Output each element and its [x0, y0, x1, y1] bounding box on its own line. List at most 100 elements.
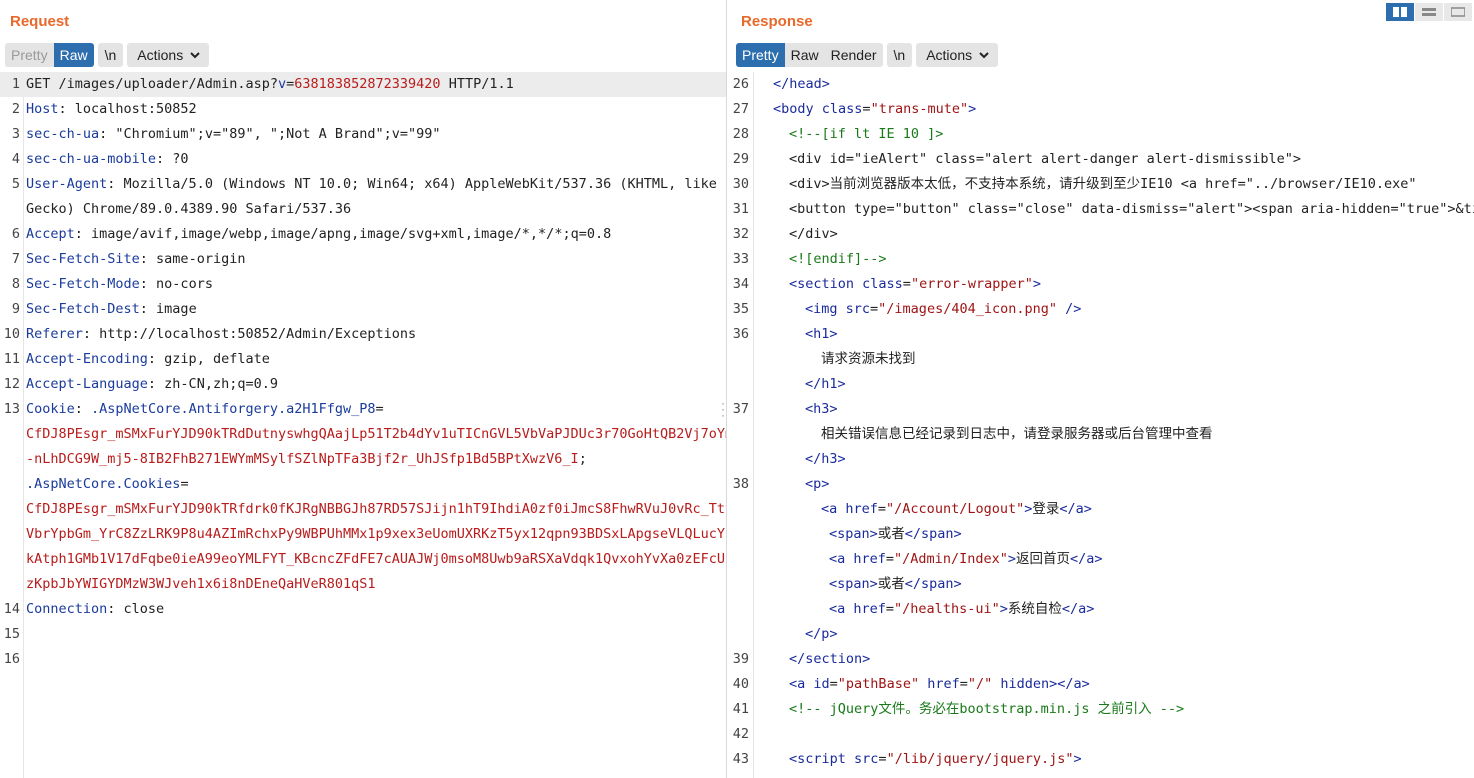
code-token: =: [902, 276, 911, 292]
code-token: <span>: [829, 526, 878, 542]
code-token: v: [277, 76, 287, 92]
line-number: 28: [732, 126, 749, 142]
code-line: 40 <a id="pathBase" href="/" hidden></a>: [729, 672, 1474, 697]
code-line: <a href="/healths-ui">系统自检</a>: [729, 597, 1474, 622]
code-line: CfDJ8PEsgr_mSMxFurYJD90kTRdDutnyswhgQAaj…: [0, 422, 726, 447]
code-token: class: [821, 101, 863, 117]
line-text: </section>: [751, 647, 870, 672]
code-token: id: [813, 676, 830, 692]
code-token: </h1>: [805, 376, 846, 392]
request-pretty-button[interactable]: Pretty: [5, 43, 54, 67]
response-render-button[interactable]: Render: [824, 43, 883, 67]
code-line: <span>或者</span>: [729, 572, 1474, 597]
line-number: 38: [732, 476, 749, 492]
request-raw-button[interactable]: Raw: [53, 43, 94, 67]
code-token: HTTP/1.1: [440, 76, 514, 92]
code-token: class: [862, 276, 903, 292]
line-text: <![endif]-->: [751, 247, 887, 272]
line-number: 37: [732, 401, 749, 417]
code-token: <script: [789, 751, 855, 767]
code-token: Connection: [26, 601, 108, 617]
line-text: [22, 647, 26, 672]
code-token: Referer: [26, 326, 83, 342]
code-token: <h3>: [805, 401, 838, 417]
code-token: <a: [829, 601, 854, 617]
request-actions-dropdown[interactable]: Actions: [127, 43, 210, 67]
code-token: >: [1007, 551, 1016, 567]
code-token: "/Account/Logout": [886, 501, 1025, 517]
line-number: [729, 422, 751, 447]
line-number: 34: [732, 276, 749, 292]
response-pane: Response Pretty Raw Render \n Actions 26…: [729, 0, 1474, 778]
code-token: 请求资源未找到: [821, 351, 916, 367]
line-number: [0, 522, 22, 547]
code-token: <a: [821, 501, 846, 517]
response-actions-dropdown[interactable]: Actions: [916, 43, 999, 67]
response-pretty-button[interactable]: Pretty: [736, 43, 785, 67]
code-token: : zh-CN,zh;q=0.9: [147, 376, 278, 392]
layout-side-by-side-icon[interactable]: [1386, 3, 1414, 21]
code-token: =: [375, 401, 384, 417]
code-line: 2 Host: localhost:50852: [0, 97, 726, 122]
line-text: VbrYpbGm_YrC8ZzLRK9P8u4AZImRchxPy9WBPUhM…: [22, 522, 726, 547]
line-number: 16: [3, 651, 20, 667]
response-editor[interactable]: 26 </head> 27 <body class="trans-mute"> 28 <!…: [729, 72, 1474, 778]
code-token: hidden: [992, 676, 1050, 692]
line-text: Host: localhost:50852: [22, 97, 197, 122]
code-token: "/healths-ui": [894, 601, 1000, 617]
line-number: 5: [11, 176, 20, 192]
code-token: =: [862, 101, 871, 117]
line-number: [0, 422, 22, 447]
line-text: <a href="/Account/Logout">登录</a>: [751, 497, 1092, 522]
code-token: </a>: [1059, 501, 1092, 517]
request-editor[interactable]: 1 GET /images/uploader/Admin.asp?v=638183…: [0, 72, 726, 778]
request-newline-toggle[interactable]: \n: [97, 43, 124, 67]
line-number: [729, 497, 751, 522]
code-token: =: [829, 676, 838, 692]
code-token: <div id="ieAlert" class="alert alert-dan…: [789, 151, 1302, 167]
more-vertical-icon[interactable]: · · ·: [721, 397, 725, 421]
code-token: kAtph1GMb1V17dFqbe0ieA99eoYMLFYT_KBcncZF…: [26, 551, 727, 567]
code-line: 5 User-Agent: Mozilla/5.0 (Windows NT 10.…: [0, 172, 726, 197]
code-token: -nLhDCG9W_mj5-8IB2FhB271EWYmMSylfSZlNpTF…: [26, 451, 579, 467]
code-token: Sec-Fetch-Mode: [26, 276, 140, 292]
code-line: 33 <![endif]-->: [729, 247, 1474, 272]
layout-top-bottom-icon[interactable]: [1415, 3, 1443, 21]
line-number: [729, 447, 751, 472]
line-number: [729, 522, 751, 547]
code-token: : localhost:50852: [58, 101, 197, 117]
line-text: Sec-Fetch-Mode: no-cors: [22, 272, 213, 297]
response-newline-toggle[interactable]: \n: [886, 43, 913, 67]
line-number: 12: [3, 376, 20, 392]
line-number: 35: [732, 301, 749, 317]
code-line: zKpbJbYWIGYDMzW3WJveh1x6i8nDEneQaHVeR801…: [0, 572, 726, 597]
code-line: 42: [729, 722, 1474, 747]
line-number: 10: [3, 326, 20, 342]
layout-tabs-icon[interactable]: [1444, 3, 1472, 21]
line-text: kAtph1GMb1V17dFqbe0ieA99eoYMLFYT_KBcncZF…: [22, 547, 727, 572]
code-token: Host: [26, 101, 59, 117]
response-title: Response: [741, 13, 813, 30]
line-text: </h3>: [751, 447, 846, 472]
code-line: 31 <button type="button" class="close" da…: [729, 197, 1474, 222]
line-number: 30: [732, 176, 749, 192]
line-text: Accept: image/avif,image/webp,image/apng…: [22, 222, 611, 247]
code-line: 相关错误信息已经记录到日志中，请登录服务器或后台管理中查看: [729, 422, 1474, 447]
code-line: 11 Accept-Encoding: gzip, deflate: [0, 347, 726, 372]
line-text: Sec-Fetch-Dest: image: [22, 297, 197, 322]
response-raw-button[interactable]: Raw: [784, 43, 825, 67]
code-token: </span>: [904, 526, 962, 542]
code-token: <body: [773, 101, 822, 117]
line-number: 4: [11, 151, 20, 167]
line-number: 43: [732, 751, 749, 767]
code-token: />: [1056, 301, 1082, 317]
code-token: =: [885, 551, 895, 567]
line-text: <p>: [751, 472, 829, 497]
code-line: 37 <h3>: [729, 397, 1474, 422]
code-token: </section>: [789, 651, 871, 667]
line-text: [22, 622, 26, 647]
code-token: : http://localhost:50852/Admin/Exception…: [82, 326, 417, 342]
code-token: >: [968, 101, 977, 117]
code-line: 28 <!--[if lt IE 10 ]>: [729, 122, 1474, 147]
code-line: 请求资源未找到: [729, 347, 1474, 372]
